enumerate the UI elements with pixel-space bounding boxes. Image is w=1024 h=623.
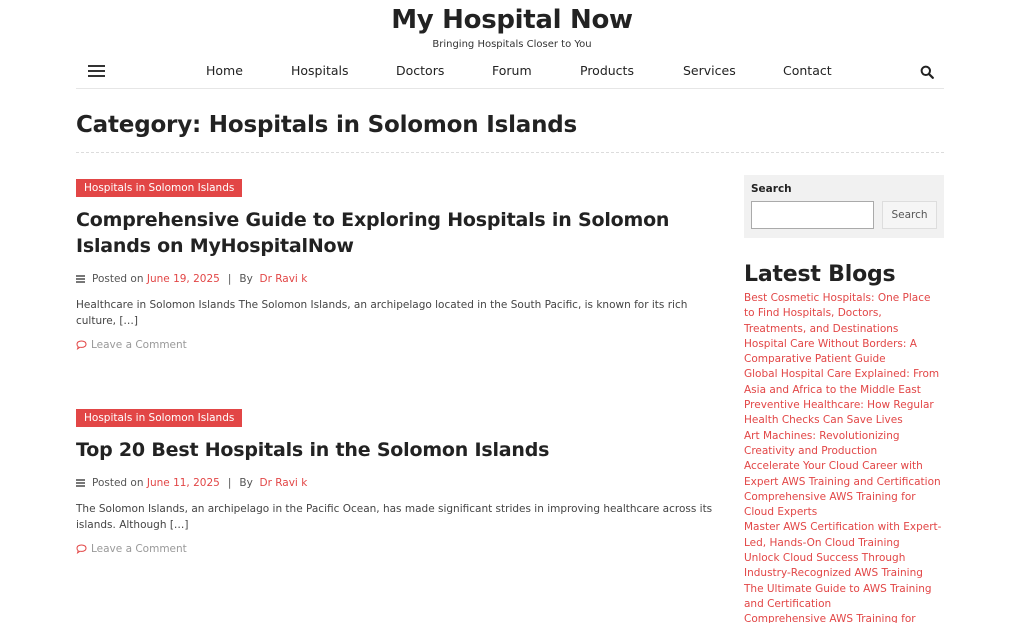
comment-icon [76,544,87,554]
post-author[interactable]: Dr Ravi k [259,477,307,489]
blog-link[interactable]: Master AWS Certification with Expert-Led… [744,520,944,551]
blog-link[interactable]: Unlock Cloud Success Through Industry-Re… [744,551,944,582]
list-icon [76,479,85,487]
category-badge[interactable]: Hospitals in Solomon Islands [76,179,243,197]
by-label: By [239,477,253,489]
search-icon[interactable] [920,65,934,79]
latest-blogs-heading: Latest Blogs [744,262,896,287]
list-icon [76,275,85,283]
blog-link[interactable]: The Ultimate Guide to AWS Training and C… [744,582,944,613]
blog-link[interactable]: Global Hospital Care Explained: From Asi… [744,367,944,398]
nav-forum[interactable]: Forum [492,63,532,78]
nav-doctors[interactable]: Doctors [396,63,444,78]
main-navigation: Home Hospitals Doctors Forum Products Se… [76,56,944,89]
nav-services[interactable]: Services [683,63,736,78]
latest-blogs-list: Best Cosmetic Hospitals: One Place to Fi… [744,291,944,623]
search-button[interactable]: Search [882,201,937,229]
post-card: Hospitals in Solomon Islands Top 20 Best… [76,406,726,555]
leave-comment-link[interactable]: Leave a Comment [76,339,726,351]
title-divider [76,152,944,153]
meta-separator: | [227,477,232,489]
post-author[interactable]: Dr Ravi k [259,273,307,285]
blog-link[interactable]: Best Cosmetic Hospitals: One Place to Fi… [744,291,944,337]
posted-on-label: Posted on [92,477,144,489]
blog-link[interactable]: Accelerate Your Cloud Career with Expert… [744,459,944,490]
nav-products[interactable]: Products [580,63,634,78]
post-date[interactable]: June 19, 2025 [147,273,220,285]
search-input[interactable] [751,201,874,229]
post-meta: Posted on June 19, 2025 | By Dr Ravi k [76,273,726,285]
post-date[interactable]: June 11, 2025 [147,477,220,489]
nav-hospitals[interactable]: Hospitals [291,63,349,78]
hamburger-icon[interactable] [88,65,105,78]
post-title[interactable]: Comprehensive Guide to Exploring Hospita… [76,207,726,259]
site-title[interactable]: My Hospital Now [0,5,1024,35]
by-label: By [239,273,253,285]
post-meta: Posted on June 11, 2025 | By Dr Ravi k [76,477,726,489]
blog-link[interactable]: Comprehensive AWS Training for Cloud Exp… [744,490,944,521]
category-badge[interactable]: Hospitals in Solomon Islands [76,409,243,427]
comment-label[interactable]: Leave a Comment [91,543,187,555]
blog-link[interactable]: Art Machines: Revolutionizing Creativity… [744,429,944,460]
blog-link[interactable]: Comprehensive AWS Training for [744,612,944,623]
sidebar: Search Search Latest Blogs Best Cosmetic… [744,175,944,623]
site-tagline: Bringing Hospitals Closer to You [432,39,592,50]
meta-separator: | [227,273,232,285]
search-label: Search [751,183,792,195]
post-excerpt: The Solomon Islands, an archipelago in t… [76,503,713,531]
nav-home[interactable]: Home [206,63,243,78]
nav-contact[interactable]: Contact [783,63,832,78]
category-title: Category: Hospitals in Solomon Islands [76,112,578,138]
blog-link[interactable]: Preventive Healthcare: How Regular Healt… [744,398,944,429]
post-excerpt: Healthcare in Solomon Islands The Solomo… [76,299,688,327]
comment-icon [76,340,87,350]
comment-label[interactable]: Leave a Comment [91,339,187,351]
blog-link[interactable]: Hospital Care Without Borders: A Compara… [744,337,944,368]
leave-comment-link[interactable]: Leave a Comment [76,543,726,555]
posted-on-label: Posted on [92,273,144,285]
search-widget: Search Search [744,175,944,238]
post-card: Hospitals in Solomon Islands Comprehensi… [76,176,726,351]
post-title[interactable]: Top 20 Best Hospitals in the Solomon Isl… [76,437,726,463]
